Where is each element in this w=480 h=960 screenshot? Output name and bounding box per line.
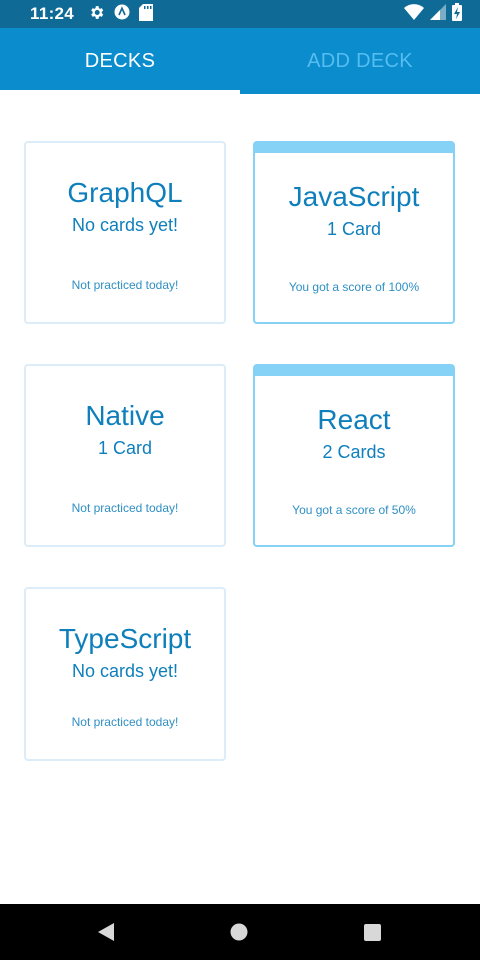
tab-decks[interactable]: DECKS xyxy=(0,28,240,94)
deck-card-count: No cards yet! xyxy=(71,661,179,681)
status-time: 11:24 xyxy=(30,4,75,23)
deck-card-react[interactable]: React 2 Cards You got a score of 50% xyxy=(253,364,455,547)
deck-status: Not practiced today! xyxy=(71,501,179,515)
home-icon[interactable] xyxy=(230,923,248,945)
deck-status: Not practiced today! xyxy=(71,715,179,729)
deck-status: Not practiced today! xyxy=(71,278,179,292)
deck-card-typescript[interactable]: TypeScript No cards yet! Not practiced t… xyxy=(24,587,226,761)
status-bar: 11:24 xyxy=(0,0,480,28)
signal-icon xyxy=(430,4,446,24)
active-tab-indicator xyxy=(0,90,240,94)
navigation-bar xyxy=(0,904,480,960)
deck-card-native[interactable]: Native 1 Card Not practiced today! xyxy=(24,364,226,547)
deck-title: Native xyxy=(85,400,165,431)
deck-title: TypeScript xyxy=(58,623,192,654)
recents-icon[interactable] xyxy=(364,924,381,945)
practiced-accent-bar xyxy=(255,143,453,153)
deck-card-count: 2 Cards xyxy=(322,442,386,462)
deck-title: React xyxy=(317,404,391,435)
tab-bar: DECKS ADD DECK xyxy=(0,28,480,94)
deck-card-count: No cards yet! xyxy=(71,215,179,235)
deck-card-javascript[interactable]: JavaScript 1 Card You got a score of 100… xyxy=(253,141,455,324)
tab-add-deck-label: ADD DECK xyxy=(307,49,413,72)
tab-add-deck[interactable]: ADD DECK xyxy=(240,28,480,94)
practiced-accent-bar xyxy=(255,366,453,376)
battery-charging-icon xyxy=(452,3,462,25)
deck-title: JavaScript xyxy=(288,181,420,212)
deck-card-count: 1 Card xyxy=(326,219,382,239)
wifi-icon xyxy=(404,4,424,24)
deck-card-count: 1 Card xyxy=(97,438,153,458)
deck-status: You got a score of 50% xyxy=(292,503,416,517)
deck-title: GraphQL xyxy=(67,177,183,208)
gear-icon xyxy=(88,4,105,25)
app-a-icon xyxy=(113,3,131,25)
back-icon[interactable] xyxy=(96,922,116,946)
deck-card-graphql[interactable]: GraphQL No cards yet! Not practiced toda… xyxy=(24,141,226,324)
deck-status: You got a score of 100% xyxy=(288,280,420,294)
tab-decks-label: DECKS xyxy=(84,49,156,72)
sd-card-icon xyxy=(139,3,154,25)
